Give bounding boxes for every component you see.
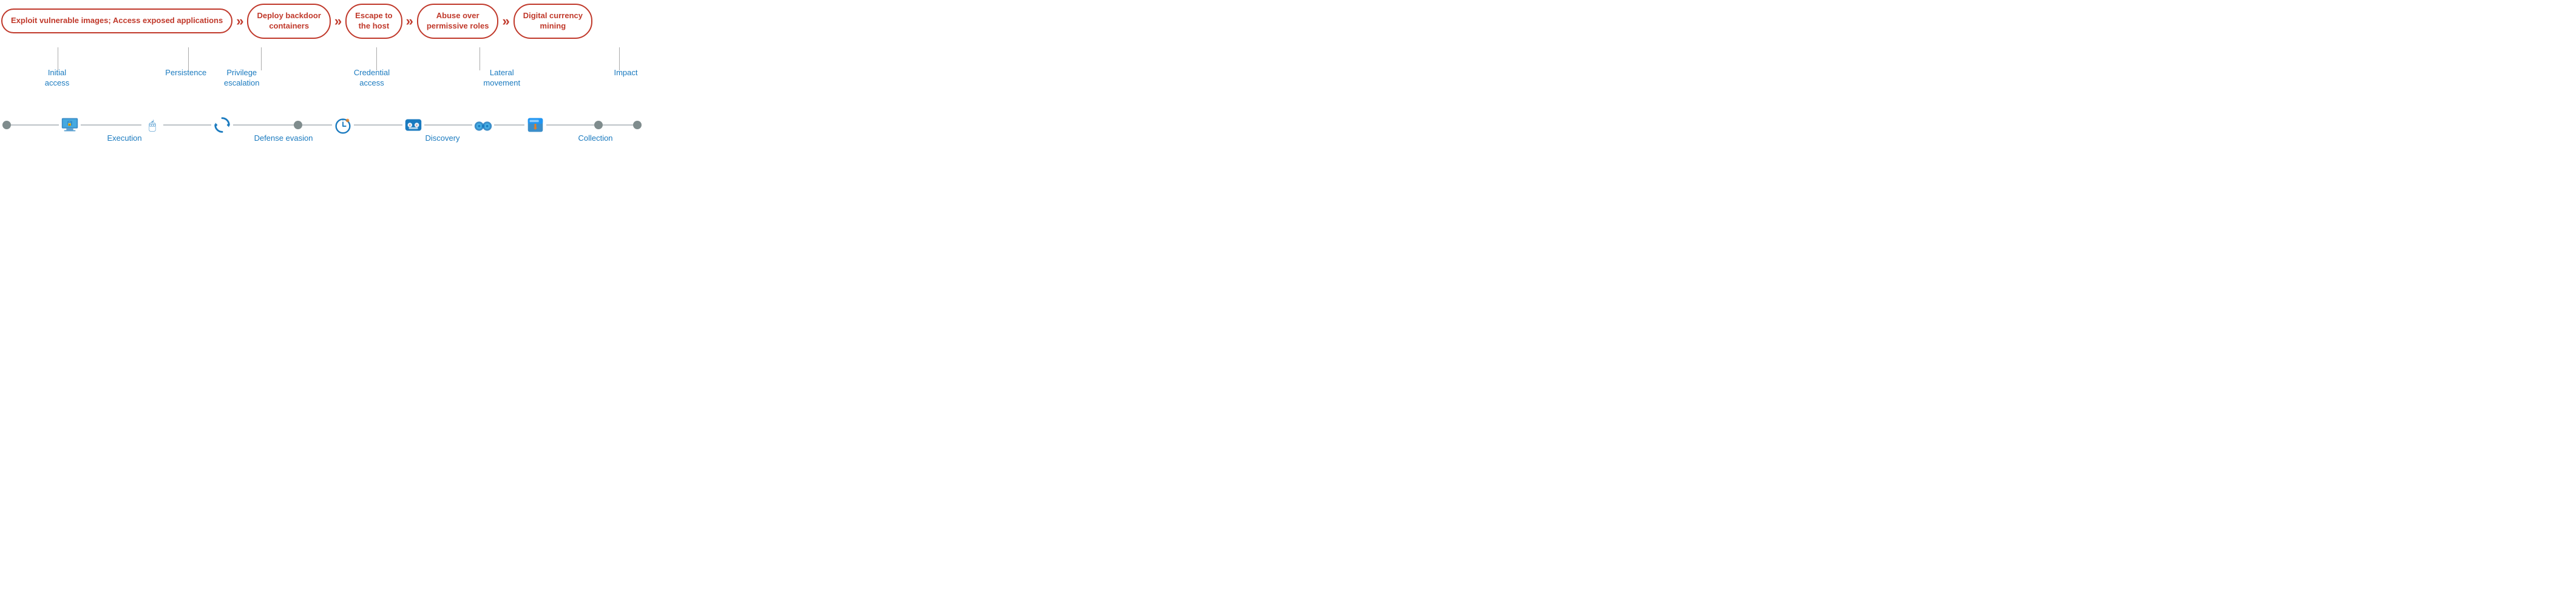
arrow-3: »: [406, 13, 413, 29]
bubble-escape: Escape tothe host: [345, 4, 402, 39]
icon-binoculars: [472, 114, 494, 136]
label-defense-evasion: Defense evasion: [253, 133, 314, 144]
timeline-line-1: [11, 124, 59, 126]
timeline-line-5: [302, 124, 333, 126]
arrow-4: »: [502, 13, 509, 29]
connector-6: [619, 47, 620, 70]
connector-3: [261, 47, 262, 70]
icon-refresh: [211, 114, 233, 136]
icon-server: ⬇: [524, 114, 546, 136]
label-impact: Impact: [610, 68, 642, 78]
timeline-line-6: [354, 124, 402, 126]
diagram-container: Exploit vulnerable images; Access expose…: [0, 0, 644, 153]
icon-computer: 🔒: [59, 114, 81, 136]
timeline-dot-3: [594, 121, 603, 129]
timeline-line-7: [424, 124, 472, 126]
svg-text:🖱: 🖱: [149, 119, 156, 132]
timeline-dot-end: [633, 121, 642, 129]
timeline-line-2: [81, 124, 141, 126]
timeline-line-3: [163, 124, 211, 126]
label-execution: Execution: [100, 133, 149, 144]
timeline-row: 🔒 🖱: [2, 114, 642, 136]
timeline-line-10: [603, 124, 633, 126]
bubble-deploy: Deploy backdoorcontainers: [247, 4, 330, 39]
label-initial-access: Initial access: [36, 68, 78, 89]
timeline-line-9: [546, 124, 594, 126]
arrow-2: »: [334, 13, 342, 29]
icon-timer: [332, 114, 354, 136]
arrow-1: »: [236, 13, 243, 29]
label-collection: Collection: [571, 133, 620, 144]
icon-credential: ✕ ✕: [402, 114, 424, 136]
connector-2: [188, 47, 189, 70]
label-lateral: Lateralmovement: [480, 68, 524, 89]
timeline-dot-2: [294, 121, 302, 129]
svg-text:✕: ✕: [408, 124, 411, 127]
label-credential: Credentialaccess: [350, 68, 394, 89]
bubble-exploit: Exploit vulnerable images; Access expose…: [1, 8, 232, 33]
label-privilege: Privilegeescalation: [220, 68, 263, 89]
icon-hand: 🖱: [141, 114, 163, 136]
bubble-abuse: Abuse overpermissive roles: [417, 4, 499, 39]
label-discovery: Discovery: [418, 133, 467, 144]
svg-text:🔒: 🔒: [67, 121, 72, 126]
bubble-mining: Digital currencymining: [514, 4, 592, 39]
middle-labels-row: Initial access Persistence Privilegeesca…: [0, 68, 644, 89]
bottom-labels-row: Execution Defense evasion Discovery Coll…: [0, 133, 644, 144]
svg-text:✕: ✕: [415, 124, 418, 127]
timeline-line-8: [494, 124, 524, 126]
attack-stages-row: Exploit vulnerable images; Access expose…: [1, 4, 643, 39]
timeline-line-4: [233, 124, 293, 126]
timeline-dot-start: [2, 121, 11, 129]
connector-4: [376, 47, 377, 70]
label-persistence: Persistence: [164, 68, 208, 78]
svg-text:⬇: ⬇: [532, 123, 538, 132]
